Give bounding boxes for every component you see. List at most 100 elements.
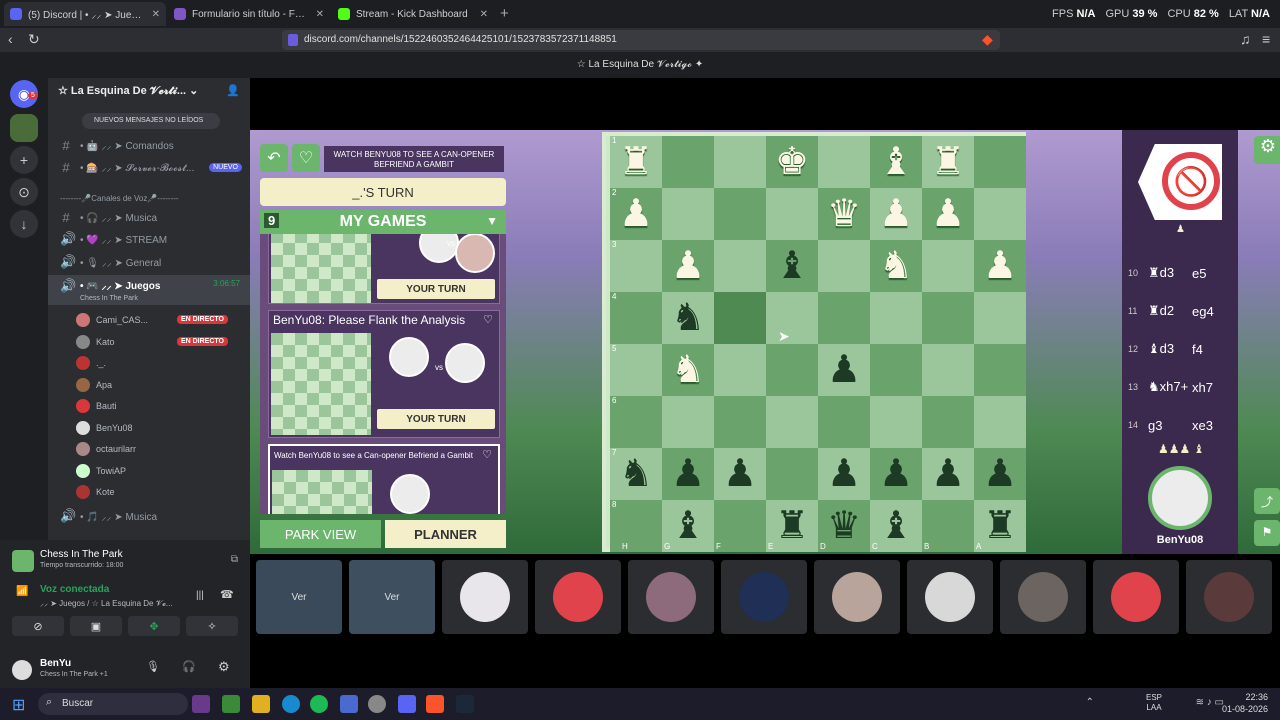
github-icon[interactable] [368,695,386,713]
chess-piece[interactable]: ♞ [619,455,653,493]
screen-share-button[interactable]: ▣ [70,616,122,636]
board-square[interactable]: ♜ 1 [610,136,662,188]
url-field[interactable]: discord.com/channels/1522460352464425101… [282,30,1000,50]
board-square[interactable]: ♝ [766,240,818,292]
app-icon[interactable] [192,695,210,713]
server-icon-esquina[interactable] [10,114,38,142]
app-icon[interactable] [340,695,358,713]
flag-icon[interactable]: ⚑ [1254,520,1280,546]
download-icon[interactable]: ↓ [10,210,38,238]
reload-icon[interactable]: ↻ [28,31,40,48]
chess-piece[interactable]: ♞ [671,351,705,389]
board-square[interactable] [818,240,870,292]
channel-musica-2[interactable]: 🔊 • 🎵 ⸝⸝ ➤ Musica [48,506,250,526]
board-square[interactable] [974,344,1026,396]
close-icon[interactable]: ✕ [152,9,160,20]
chess-piece[interactable]: ♝ [671,507,705,545]
board-square[interactable] [974,396,1026,448]
board-square[interactable]: ♟ [870,188,922,240]
browser-tab-kick[interactable]: Stream - Kick Dashboard ✕ [332,2,494,26]
voice-user[interactable]: Bauti [76,396,117,416]
move-row[interactable]: 12 ♝d3 f4 [1128,330,1232,368]
board-square[interactable] [766,396,818,448]
clock[interactable]: 22:36 01-08-2026 [1222,692,1268,715]
board-square[interactable]: ♟ 2 [610,188,662,240]
voice-user[interactable]: ._. [76,353,106,373]
board-square[interactable]: 8H [610,500,662,552]
spotify-icon[interactable] [310,695,328,713]
headphones-icon[interactable]: 🎧 [182,660,196,673]
minecraft-icon[interactable] [222,695,240,713]
channel-general[interactable]: 🔊 • 🎙 ⸝⸝ ➤ General [48,252,250,272]
board-square[interactable]: ♚ [766,136,818,188]
board-square[interactable]: ♛ [818,188,870,240]
channel-stream[interactable]: 🔊 • 💜 ⸝⸝ ➤ STREAM [48,229,250,249]
windows-start-icon[interactable]: ⊞ [12,695,25,715]
chess-piece[interactable]: ♜ [931,143,965,181]
chess-piece[interactable]: ♟ [827,455,861,493]
folder-icon[interactable] [252,695,270,713]
board-square[interactable]: ♟ [870,448,922,500]
chess-piece[interactable]: ♝ [879,507,913,545]
participant-tile[interactable]: Ver [349,560,435,634]
board-square[interactable]: ♜ E [766,500,818,552]
park-view-button[interactable]: PARK VIEW [260,520,381,548]
board-square[interactable] [714,188,766,240]
board-square[interactable]: ♝ C [870,500,922,552]
chess-piece[interactable]: ♞ [879,247,913,285]
video-off-button[interactable]: ⊘ [12,616,64,636]
chess-piece[interactable]: ♟ [827,351,861,389]
chess-piece[interactable]: ♟ [723,455,757,493]
board-square[interactable]: 4 [610,292,662,344]
board-square[interactable] [870,344,922,396]
my-games-header[interactable]: 9 MY GAMES ▼ [260,210,506,234]
share-icon[interactable]: ⤴ [1254,488,1280,514]
board-square[interactable] [922,396,974,448]
board-square[interactable]: 3 [610,240,662,292]
participant-tile[interactable] [814,560,900,634]
board-square[interactable] [974,136,1026,188]
board-square[interactable] [818,136,870,188]
board-square[interactable]: 5 [610,344,662,396]
gear-icon[interactable]: ⚙ [1254,136,1280,164]
signal-icon[interactable]: 📶 [16,586,28,597]
board-square[interactable]: ♛ D [818,500,870,552]
add-server-icon[interactable]: + [10,146,38,174]
your-turn-button[interactable]: YOUR TURN [377,409,495,429]
board-square[interactable]: ♟ [714,448,766,500]
channel-musica[interactable]: # • 🎧 ⸝⸝ ➤ Musica [48,207,250,227]
participant-tile[interactable] [1186,560,1272,634]
menu-icon[interactable]: ≡ [1262,31,1270,47]
channel-juegos[interactable]: 🔊 • 🎮 ⸝⸝ ➤ Juegos Chess In The Park 3:06… [48,275,250,305]
board-square[interactable]: ♜ [922,136,974,188]
voice-user[interactable]: Kato [76,332,115,352]
participant-tile[interactable] [442,560,528,634]
board-square[interactable] [662,136,714,188]
board-square[interactable]: ♞ [870,240,922,292]
board-square[interactable] [714,396,766,448]
your-turn-button[interactable]: YOUR TURN [377,279,495,299]
participant-tile[interactable] [1093,560,1179,634]
board-square[interactable]: ♟ [818,344,870,396]
board-square[interactable]: F [714,500,766,552]
new-tab-button[interactable]: + [500,5,509,22]
close-icon[interactable]: ✕ [480,9,488,20]
chess-piece[interactable]: ♞ [671,299,705,337]
game-card[interactable]: vs YOUR TURN [268,234,500,304]
board-square[interactable]: 6 [610,396,662,448]
microphone-icon[interactable]: 🎙 [146,660,160,673]
board-square[interactable] [818,292,870,344]
board-square[interactable]: ♟ [974,240,1026,292]
participant-tile[interactable] [1000,560,1086,634]
chess-piece[interactable]: ♝ [775,247,809,285]
browser-tab-discord[interactable]: (5) Discord | • ⸝⸝ ➤ Juegos | ⭑ ✕ [4,2,166,26]
board-square[interactable]: ♞ 7 [610,448,662,500]
explore-icon[interactable]: ⊙ [10,178,38,206]
voice-user[interactable]: Kote [76,482,115,502]
board-square[interactable] [870,396,922,448]
edge-icon[interactable] [282,695,300,713]
board-square[interactable]: ♝ [870,136,922,188]
board-square[interactable] [922,240,974,292]
chess-piece[interactable]: ♟ [671,455,705,493]
chess-piece[interactable]: ♜ [775,507,809,545]
